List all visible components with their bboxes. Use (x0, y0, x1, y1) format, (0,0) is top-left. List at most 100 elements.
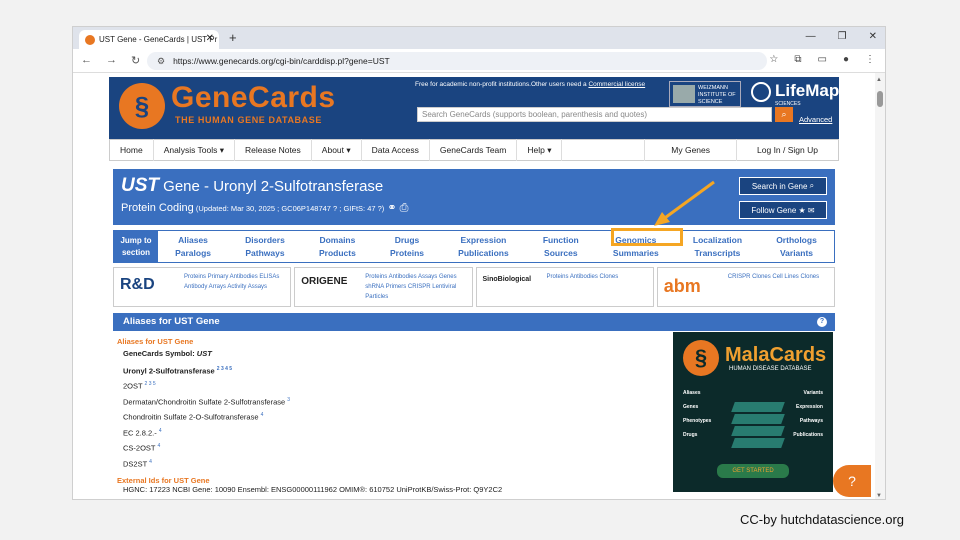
floating-help-icon[interactable]: ? (833, 465, 871, 497)
jump-domains[interactable]: Domains (319, 234, 356, 247)
jump-col-2: Disorders Pathways (245, 234, 285, 260)
nav-login[interactable]: Log In / Sign Up (737, 139, 838, 161)
jump-col-1: Aliases Paralogs (175, 234, 211, 260)
advanced-search-link[interactable]: Advanced (799, 115, 832, 124)
scrollbar-thumb[interactable] (877, 91, 883, 107)
alias-sources[interactable]: 4 (157, 443, 160, 449)
jump-aliases[interactable]: Aliases (175, 234, 211, 247)
reload-icon[interactable]: ↻ (131, 54, 140, 67)
restore-icon[interactable]: ❐ (838, 31, 847, 42)
jump-sources[interactable]: Sources (543, 247, 579, 260)
malacards-ad[interactable]: § MalaCards HUMAN DISEASE DATABASE Alias… (673, 332, 833, 492)
follow-gene-button[interactable]: Follow Gene ★ ✉ (739, 201, 827, 219)
sidebar-icon[interactable]: ▭ (818, 54, 827, 65)
profile-icon[interactable]: ● (843, 54, 849, 65)
malacards-subtitle: HUMAN DISEASE DATABASE (729, 366, 812, 372)
mc-label: Phenotypes (683, 418, 712, 424)
lifemap-logo[interactable]: LifeMap SCIENCES (751, 81, 839, 107)
nav-my-genes[interactable]: My Genes (645, 139, 738, 161)
ad-abm[interactable]: abm CRISPR Clones Cell Lines Clones (656, 267, 838, 307)
minimize-icon[interactable]: — (806, 31, 816, 42)
mc-label: Pathways (799, 418, 823, 424)
browser-tab[interactable]: UST Gene - GeneCards | UST Pr ✕ (79, 30, 219, 49)
search-button[interactable]: ⌕ (775, 107, 793, 122)
nav-about[interactable]: About ▾ (312, 139, 362, 161)
jump-function[interactable]: Function (543, 234, 579, 247)
sino-logo: SinoBiological (482, 276, 532, 283)
scroll-up-icon[interactable]: ▲ (876, 77, 882, 83)
share-icon[interactable]: ⚭ (387, 202, 396, 214)
jump-drugs[interactable]: Drugs (390, 234, 424, 247)
close-tab-icon[interactable]: ✕ (206, 33, 214, 44)
tab-bar: UST Gene - GeneCards | UST Pr ✕ + — ❐ ✕ (73, 27, 885, 49)
nav-team[interactable]: GeneCards Team (430, 139, 518, 161)
aliases-header-text: Aliases for UST Gene (123, 316, 220, 327)
nav-help[interactable]: Help ▾ (517, 139, 563, 161)
abm-links[interactable]: CRISPR Clones Cell Lines Clones (728, 272, 838, 282)
jump-localization[interactable]: Localization (693, 234, 742, 247)
scroll-down-icon[interactable]: ▼ (876, 493, 882, 499)
nav-release-notes[interactable]: Release Notes (235, 139, 312, 161)
slide: UST Gene - GeneCards | UST Pr ✕ + — ❐ ✕ … (0, 0, 960, 540)
nav-analysis-tools[interactable]: Analysis Tools ▾ (154, 139, 236, 161)
rnd-links[interactable]: Proteins Primary Antibodies ELISAs Antib… (184, 272, 294, 292)
genecards-logo-icon[interactable]: § (119, 83, 165, 129)
help-icon[interactable]: ? (817, 317, 827, 327)
jump-transcripts[interactable]: Transcripts (693, 247, 742, 260)
search-in-gene-button[interactable]: Search in Gene ⌕ (739, 177, 827, 195)
jump-variants[interactable]: Variants (776, 247, 817, 260)
extensions-icon[interactable]: ⧉ (794, 54, 801, 65)
site-info-icon[interactable]: ⚙ (157, 56, 165, 67)
new-tab-icon[interactable]: + (229, 30, 237, 45)
alias-sources[interactable]: 2 3 5 (145, 381, 156, 387)
jump-pathways[interactable]: Pathways (245, 247, 285, 260)
alias-text: Uronyl 2-Sulfotransferase (123, 366, 215, 375)
print-icon[interactable]: ⎙ (400, 202, 409, 214)
gene-title: UST Gene - Uronyl 2-Sulfotransferase (121, 175, 383, 197)
rnd-logo: R&D (120, 276, 155, 293)
weizmann-logo[interactable]: WEIZMANN INSTITUTE OF SCIENCE (669, 81, 741, 107)
back-icon[interactable]: ← (81, 54, 92, 67)
url-input[interactable]: ⚙ https://www.genecards.org/cgi-bin/card… (147, 52, 767, 70)
ad-origene[interactable]: ORIGENE Proteins Antibodies Assays Genes … (294, 267, 475, 307)
page-scrollbar[interactable]: ▲ ▼ (875, 73, 885, 499)
external-ids-header: External Ids for UST Gene (117, 476, 210, 485)
jump-paralogs[interactable]: Paralogs (175, 247, 211, 260)
alias-sources[interactable]: 2 3 4 5 (217, 366, 232, 372)
close-window-icon[interactable]: ✕ (869, 31, 877, 42)
logo-title[interactable]: GeneCards (171, 81, 336, 115)
sponsor-ads: R&D Proteins Primary Antibodies ELISAs An… (113, 267, 835, 307)
alias-sources[interactable]: 4 (261, 412, 264, 418)
nav-data-access[interactable]: Data Access (362, 139, 430, 161)
external-ids[interactable]: HGNC: 17223 NCBI Gene: 10090 Ensembl: EN… (117, 485, 677, 494)
window-controls: — ❐ ✕ (806, 31, 877, 42)
mc-label: Variants (803, 390, 823, 396)
jump-orthologs[interactable]: Orthologs (776, 234, 817, 247)
jump-products[interactable]: Products (319, 247, 356, 260)
genecards-symbol-line: GeneCards Symbol: UST (117, 346, 677, 362)
forward-icon[interactable]: → (106, 54, 117, 67)
origene-links[interactable]: Proteins Antibodies Assays Genes shRNA P… (365, 272, 475, 302)
jump-summaries[interactable]: Summaries (613, 247, 659, 260)
web-page: § GeneCards THE HUMAN GENE DATABASE Free… (73, 73, 885, 499)
jump-proteins[interactable]: Proteins (390, 247, 424, 260)
sino-links[interactable]: Proteins Antibodies Clones (547, 272, 657, 282)
search-input[interactable]: Search GeneCards (supports boolean, pare… (417, 107, 772, 122)
jump-disorders[interactable]: Disorders (245, 234, 285, 247)
alias-sources[interactable]: 3 (287, 397, 290, 403)
nav-home[interactable]: Home (110, 139, 154, 161)
commercial-license-link[interactable]: Commercial license (588, 81, 645, 88)
get-started-button[interactable]: GET STARTED (717, 464, 789, 478)
ad-sinobiological[interactable]: SinoBiological Proteins Antibodies Clones (475, 267, 657, 307)
menu-icon[interactable]: ⋮ (865, 54, 875, 65)
alias-sources[interactable]: 4 (159, 428, 162, 434)
layers-icon (731, 402, 785, 452)
alias-line: DS2ST 4 (117, 455, 677, 471)
ad-rnd[interactable]: R&D Proteins Primary Antibodies ELISAs An… (113, 267, 294, 307)
jump-publications[interactable]: Publications (458, 247, 509, 260)
alias-line: Dermatan/Chondroitin Sulfate 2-Sulfotran… (117, 393, 677, 409)
alias-sources[interactable]: 4 (149, 459, 152, 465)
star-icon: ★ (798, 205, 806, 215)
bookmark-star-icon[interactable]: ☆ (769, 54, 778, 65)
jump-expression[interactable]: Expression (458, 234, 509, 247)
